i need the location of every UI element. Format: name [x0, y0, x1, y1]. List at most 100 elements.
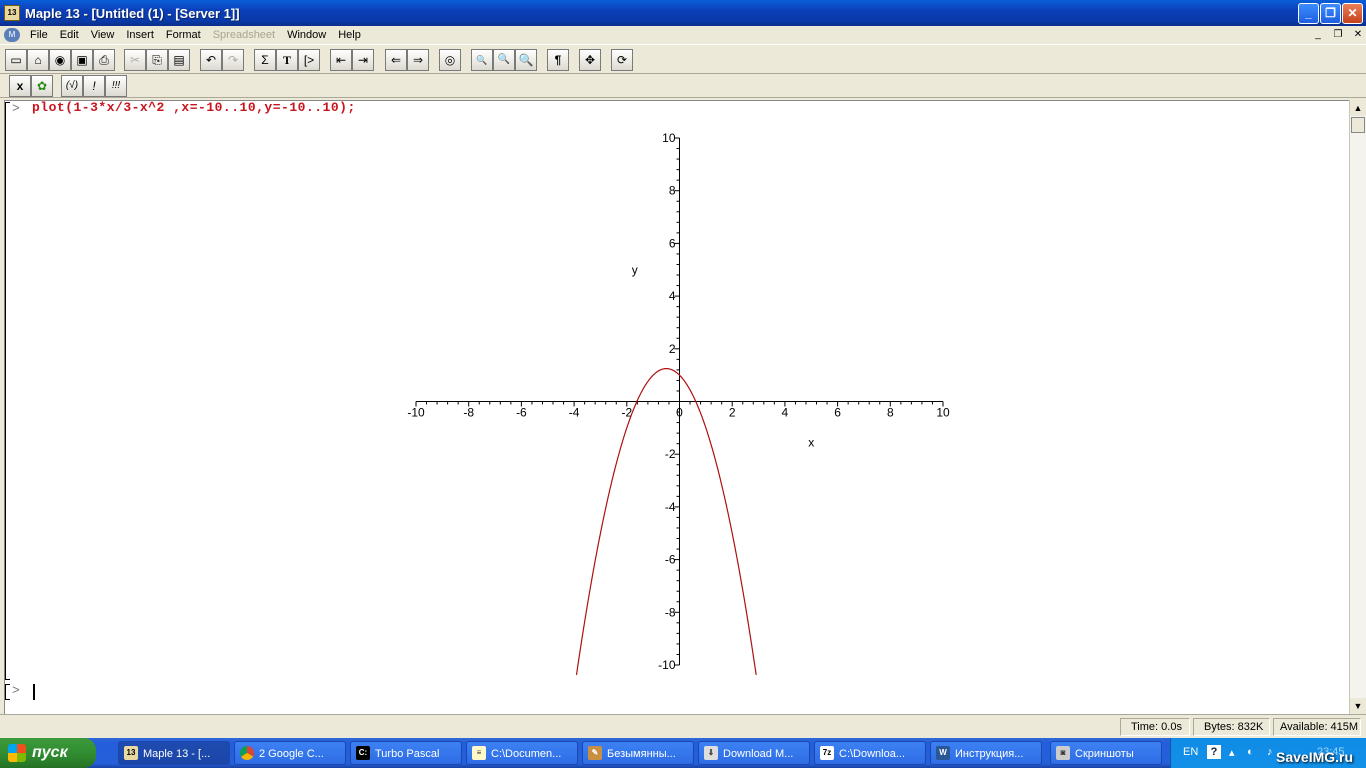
- x-tick-label: 4: [782, 406, 789, 420]
- menu-format[interactable]: Format: [160, 26, 207, 44]
- menu-edit[interactable]: Edit: [54, 26, 85, 44]
- y-tick-label: -10: [658, 658, 676, 672]
- task-turbo-pascal[interactable]: C: Turbo Pascal: [350, 741, 462, 765]
- menu-help[interactable]: Help: [332, 26, 367, 44]
- scroll-down-icon[interactable]: ▼: [1350, 698, 1366, 714]
- cut-icon[interactable]: ✂: [124, 49, 146, 71]
- outdent-icon[interactable]: ⇤: [330, 49, 352, 71]
- volume-icon[interactable]: ♪: [1267, 746, 1273, 758]
- back-arrow-icon[interactable]: ⇐: [385, 49, 407, 71]
- y-tick-label: 4: [669, 289, 676, 303]
- text-cursor: [33, 684, 35, 700]
- paste-icon[interactable]: ▤: [168, 49, 190, 71]
- minimize-button[interactable]: _: [1298, 3, 1319, 24]
- network-icon[interactable]: ◐: [1247, 746, 1254, 758]
- zoom-large-icon[interactable]: 🔍: [515, 49, 537, 71]
- maple-leaf-icon[interactable]: ✿: [31, 75, 53, 97]
- title-bar: 13 Maple 13 - [Untitled (1) - [Server 1]…: [0, 0, 1366, 26]
- task-chrome[interactable]: 2 Google C...: [234, 741, 346, 765]
- sum-icon[interactable]: Σ: [254, 49, 276, 71]
- task-paint[interactable]: ✎ Безымянны...: [582, 741, 694, 765]
- execute-icon[interactable]: !: [83, 75, 105, 97]
- move-icon[interactable]: ✥: [579, 49, 601, 71]
- close-button[interactable]: ✕: [1342, 3, 1363, 24]
- task-label: C:\Documen...: [491, 748, 562, 760]
- status-bar: Time: 0.0s Bytes: 832K Available: 415M: [0, 714, 1366, 738]
- scroll-thumb[interactable]: [1351, 117, 1365, 133]
- mdi-close-button[interactable]: ✕: [1350, 28, 1366, 42]
- notepad-icon: ≡: [472, 746, 486, 760]
- x-tick-label: -8: [463, 406, 474, 420]
- download-icon: ⇓: [704, 746, 718, 760]
- task-maple[interactable]: 13 Maple 13 - [...: [118, 741, 230, 765]
- menu-spreadsheet[interactable]: Spreadsheet: [207, 26, 281, 44]
- paint-icon: ✎: [588, 746, 602, 760]
- language-indicator[interactable]: EN: [1183, 746, 1198, 758]
- forward-arrow-icon[interactable]: ⇒: [407, 49, 429, 71]
- task-screenshots[interactable]: ◙ Скриншоты: [1050, 741, 1162, 765]
- command-input[interactable]: plot(1-3*x/3-x^2 ,x=-10..10,y=-10..10);: [32, 100, 356, 115]
- redo-icon[interactable]: ↷: [222, 49, 244, 71]
- stop-icon[interactable]: ◎: [439, 49, 461, 71]
- menu-insert[interactable]: Insert: [120, 26, 160, 44]
- task-label: 2 Google C...: [259, 748, 324, 760]
- task-label: C:\Downloa...: [839, 748, 906, 760]
- menu-file[interactable]: File: [24, 26, 54, 44]
- x-tick-label: 0: [676, 406, 683, 420]
- insert-prompt-icon[interactable]: [>: [298, 49, 320, 71]
- task-download-master[interactable]: ⇓ Download M...: [698, 741, 810, 765]
- status-available: Available: 415M: [1273, 718, 1361, 736]
- save-icon[interactable]: ▣: [71, 49, 93, 71]
- x-variable-icon[interactable]: x: [9, 75, 31, 97]
- task-documents[interactable]: ≡ C:\Documen...: [466, 741, 578, 765]
- y-tick-label: -2: [665, 447, 676, 461]
- mdi-minimize-button[interactable]: _: [1310, 28, 1326, 42]
- zoom-medium-icon[interactable]: 🔍: [493, 49, 515, 71]
- tray-expand-icon[interactable]: ▴: [1229, 746, 1235, 759]
- console-icon: C:: [356, 746, 370, 760]
- 7zip-icon: 7z: [820, 746, 834, 760]
- x-tick-label: 2: [729, 406, 736, 420]
- zoom-small-icon[interactable]: 🔍: [471, 49, 493, 71]
- task-label: Инструкция...: [955, 748, 1024, 760]
- x-tick-label: 10: [936, 406, 950, 420]
- input-prompt: >: [12, 101, 20, 116]
- print-icon[interactable]: ⎙: [93, 49, 115, 71]
- y-tick-label: -8: [665, 605, 676, 619]
- indent-icon[interactable]: ⇥: [352, 49, 374, 71]
- vertical-scrollbar[interactable]: ▲ ▼: [1349, 100, 1366, 714]
- new-file-icon[interactable]: ▭: [5, 49, 27, 71]
- execution-group-bracket[interactable]: [5, 102, 10, 680]
- status-time: Time: 0.0s: [1120, 718, 1190, 736]
- task-word[interactable]: W Инструкция...: [930, 741, 1042, 765]
- y-tick-label: 6: [669, 236, 676, 250]
- camera-icon: ◙: [1056, 746, 1070, 760]
- x-tick-label: -4: [569, 406, 580, 420]
- y-tick-label: 8: [669, 184, 676, 198]
- task-7zip[interactable]: 7z C:\Downloa...: [814, 741, 926, 765]
- task-label: Download M...: [723, 748, 794, 760]
- input-prompt-2: >: [12, 683, 20, 698]
- scroll-up-icon[interactable]: ▲: [1350, 100, 1366, 116]
- restart-icon[interactable]: ⟳: [611, 49, 633, 71]
- open-url-icon[interactable]: ◉: [49, 49, 71, 71]
- sqrt-icon[interactable]: (√): [61, 75, 83, 97]
- document-icon[interactable]: M: [4, 28, 20, 42]
- open-folder-icon[interactable]: ⌂: [27, 49, 49, 71]
- pilcrow-icon[interactable]: ¶: [547, 49, 569, 71]
- start-label: пуск: [32, 744, 68, 761]
- execution-group-bracket-2[interactable]: [5, 684, 10, 700]
- maple-app-icon[interactable]: 13: [4, 5, 20, 21]
- menu-view[interactable]: View: [85, 26, 121, 44]
- undo-icon[interactable]: ↶: [200, 49, 222, 71]
- plot-output[interactable]: -10 -8 -6 -4 -2 0 2 4 6 8 10-10-8-6-4-2246810 x y: [400, 128, 960, 678]
- execute-all-icon[interactable]: !!!: [105, 75, 127, 97]
- copy-icon[interactable]: ⎘: [146, 49, 168, 71]
- menu-window[interactable]: Window: [281, 26, 332, 44]
- restore-button[interactable]: ❐: [1320, 3, 1341, 24]
- text-mode-icon[interactable]: T: [276, 49, 298, 71]
- mdi-restore-button[interactable]: ❐: [1330, 28, 1346, 42]
- start-button[interactable]: пуск: [0, 738, 96, 768]
- help-icon[interactable]: ?: [1207, 745, 1221, 759]
- task-label: Turbo Pascal: [375, 748, 440, 760]
